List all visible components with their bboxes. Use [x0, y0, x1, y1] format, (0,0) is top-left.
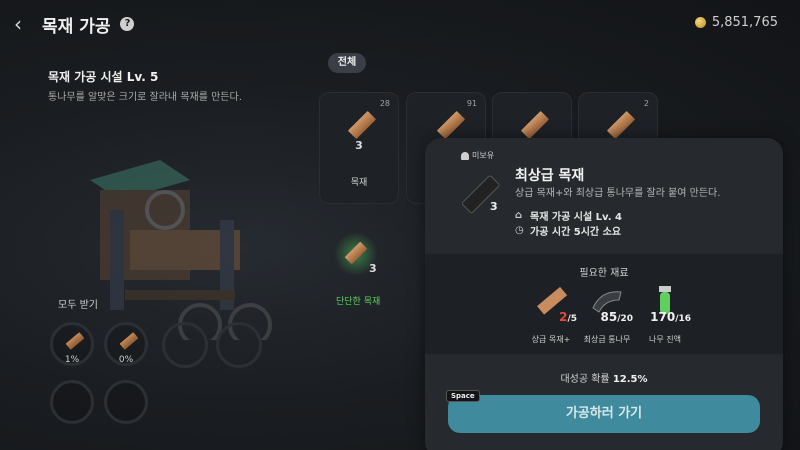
- owned-count: 2: [643, 99, 649, 108]
- material-item[interactable]: 170/16 나무 진액: [625, 284, 705, 350]
- material-label: 나무 진액: [649, 335, 681, 344]
- wood-plank-icon: [347, 110, 377, 140]
- empty-slot[interactable]: [216, 322, 262, 368]
- chevron-left-icon[interactable]: ‹: [14, 14, 32, 34]
- time-requirement: ◷ 가공 시간 5시간 소요: [515, 223, 621, 238]
- empty-slot[interactable]: [162, 322, 208, 368]
- time-requirement-text: 가공 시간 5시간 소요: [530, 227, 622, 238]
- recipe-detail-panel: 미보유 3 최상급 목재 상급 목재+와 최상급 통나무를 잘라 붙여 만든다.…: [425, 138, 783, 450]
- material-need: /16: [675, 314, 691, 324]
- unowned-label: 미보유: [472, 151, 495, 160]
- header: ‹ 목재 가공 ?: [14, 10, 135, 38]
- empty-slot[interactable]: [50, 380, 94, 424]
- go-process-button[interactable]: 가공하러 가기: [448, 395, 760, 433]
- recipe-card[interactable]: 28 3 목재: [319, 92, 399, 204]
- wood-plank-icon: [436, 110, 466, 140]
- item-name: 최상급 목재: [515, 168, 585, 184]
- material-count: 170/16: [625, 310, 705, 324]
- facility-requirement-text: 목재 가공 시설 Lv. 4: [530, 212, 622, 223]
- production-slot[interactable]: 1%: [50, 322, 94, 366]
- facility-icon: ⌂: [515, 209, 523, 221]
- recipe-name: 단단한 목재: [336, 297, 381, 307]
- recipe-qty: 3: [355, 139, 363, 152]
- material-have: 170: [650, 310, 676, 324]
- facility-requirement: ⌂ 목재 가공 시설 Lv. 4: [515, 208, 622, 223]
- materials-title: 필요한 재료: [579, 268, 629, 279]
- coin-balance: 5,851,765: [694, 15, 778, 30]
- success-value: 12.5%: [612, 374, 648, 385]
- sawmill-machine-image: [90, 160, 272, 340]
- slot-progress: 1%: [64, 355, 80, 365]
- owned-count: 28: [379, 99, 390, 108]
- ghost-icon: [461, 151, 469, 160]
- owned-count: 91: [466, 99, 477, 108]
- wood-plank-icon: [119, 332, 139, 350]
- wood-plank-icon: [520, 110, 550, 140]
- unowned-badge: 미보유: [461, 150, 494, 161]
- coin-amount: 5,851,765: [711, 15, 778, 30]
- wood-plank-icon: [65, 332, 85, 350]
- item-qty: 3: [490, 200, 498, 213]
- required-materials: 필요한 재료 2/5 상급 목재+ 85/20 최상급 통나무 170/16 나…: [425, 254, 783, 354]
- space-key-hint: Space: [446, 390, 480, 402]
- production-slot[interactable]: 0%: [104, 322, 148, 366]
- clock-icon: ◷: [515, 224, 524, 236]
- wood-plank-icon: [344, 241, 368, 265]
- recipe-name: 목재: [350, 178, 368, 188]
- material-have: 85: [600, 310, 618, 324]
- wood-plank-icon: [606, 110, 636, 140]
- facility-name: 목재 가공 시설 Lv. 5: [48, 70, 159, 84]
- success-label: 대성공 확률: [560, 374, 610, 385]
- great-success-rate: 대성공 확률 12.5%: [425, 370, 783, 385]
- item-description: 상급 목재+와 최상급 통나무를 잘라 붙여 만든다.: [515, 188, 721, 199]
- filter-all-chip[interactable]: 전체: [328, 53, 366, 73]
- empty-slot[interactable]: [104, 380, 148, 424]
- facility-description: 통나무를 알맞은 크기로 잘라내 목재를 만든다.: [48, 92, 242, 103]
- recipe-qty: 3: [369, 262, 377, 275]
- page-title: 목재 가공: [42, 16, 111, 37]
- coin-icon: [694, 17, 706, 28]
- help-icon[interactable]: ?: [120, 17, 135, 31]
- slot-progress: 0%: [118, 355, 134, 365]
- collect-all-label[interactable]: 모두 받기: [58, 296, 98, 311]
